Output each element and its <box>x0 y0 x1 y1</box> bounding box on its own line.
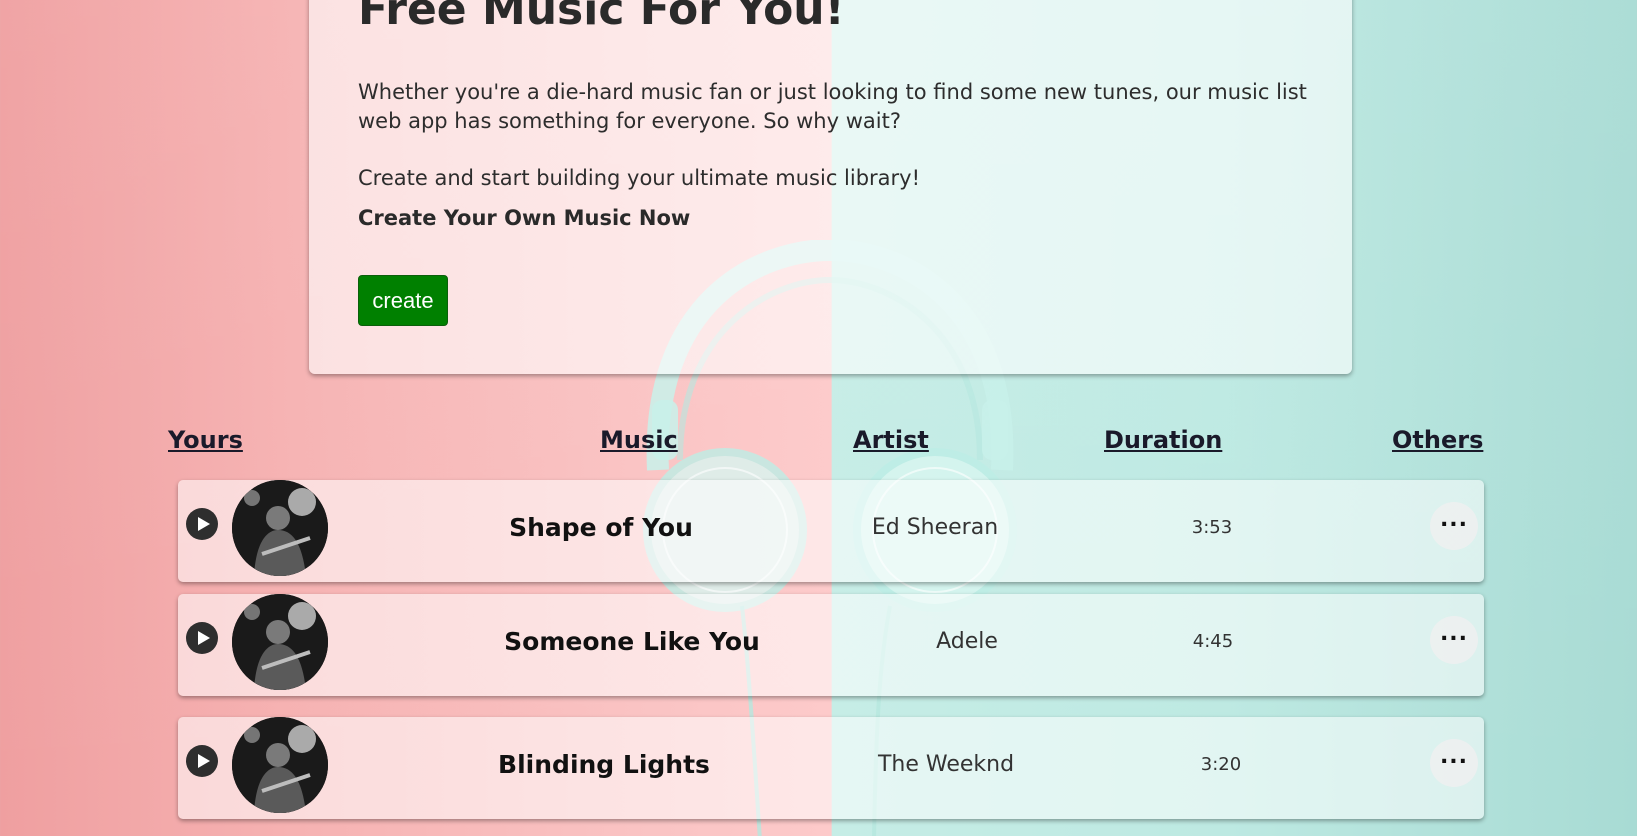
play-button[interactable] <box>186 622 218 654</box>
column-header-others: Others <box>1392 426 1484 454</box>
intro-text: Whether you're a die-hard music fan or j… <box>358 80 1307 133</box>
create-heading: Create Your Own Music Now <box>358 206 691 230</box>
track-duration: 3:53 <box>1191 517 1233 538</box>
track-artist: The Weeknd <box>877 752 1015 777</box>
more-horizontal-icon: ... <box>1439 621 1469 646</box>
track-duration: 3:20 <box>1200 754 1242 775</box>
artist-photo-icon <box>232 480 328 576</box>
column-header-duration: Duration <box>1104 426 1223 454</box>
artist-photo-icon <box>232 594 328 690</box>
column-header-music: Music <box>600 426 678 454</box>
track-row[interactable]: Shape of You Ed Sheeran 3:53 ... <box>178 480 1484 582</box>
column-header-artist: Artist <box>853 426 929 454</box>
play-icon <box>198 631 210 645</box>
more-horizontal-icon: ... <box>1439 744 1469 769</box>
track-row[interactable]: Someone Like You Adele 4:45 ... <box>178 594 1484 696</box>
track-artist: Ed Sheeran <box>871 515 999 540</box>
track-artist: Adele <box>936 629 998 654</box>
avatar <box>232 717 328 813</box>
avatar <box>232 594 328 690</box>
more-horizontal-icon: ... <box>1439 507 1469 532</box>
more-options-button[interactable]: ... <box>1430 739 1478 787</box>
play-button[interactable] <box>186 508 218 540</box>
play-icon <box>198 517 210 531</box>
play-icon <box>198 754 210 768</box>
track-row[interactable]: Blinding Lights The Weeknd 3:20 ... <box>178 717 1484 819</box>
more-options-button[interactable]: ... <box>1430 616 1478 664</box>
more-options-button[interactable]: ... <box>1430 502 1478 550</box>
play-button[interactable] <box>186 745 218 777</box>
track-title: Shape of You <box>509 513 693 542</box>
artist-photo-icon <box>232 717 328 813</box>
page-title: Free Music For You! <box>358 0 845 35</box>
create-button[interactable]: create <box>358 275 448 326</box>
track-title: Blinding Lights <box>498 750 710 779</box>
avatar <box>232 480 328 576</box>
track-duration: 4:45 <box>1192 631 1234 652</box>
hero-card: Free Music For You! Whether you're a die… <box>309 0 1352 374</box>
track-title: Someone Like You <box>504 627 760 656</box>
column-header-yours: Yours <box>168 426 243 454</box>
cta-text: Create and start building your ultimate … <box>358 166 921 190</box>
